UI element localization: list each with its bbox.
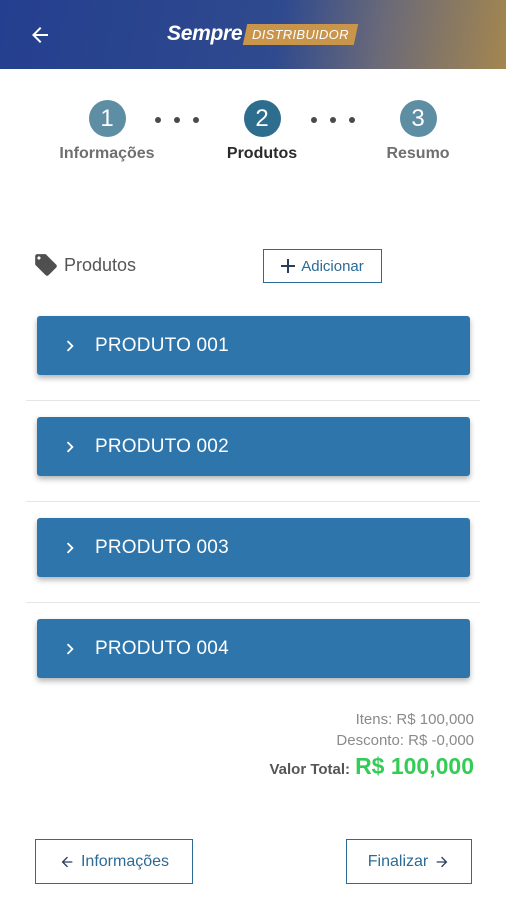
product-item[interactable]: PRODUTO 001 xyxy=(37,316,470,375)
discount-total: Desconto: R$ -0,000 xyxy=(336,732,474,749)
total-value: R$ 100,000 xyxy=(355,753,474,779)
items-total: Itens: R$ 100,000 xyxy=(355,711,474,728)
add-label: Adicionar xyxy=(301,257,364,275)
product-item[interactable]: PRODUTO 004 xyxy=(37,619,470,678)
product-label: PRODUTO 004 xyxy=(95,637,229,659)
product-item[interactable]: PRODUTO 002 xyxy=(37,417,470,476)
step-label: Produtos xyxy=(226,145,298,162)
previous-label: Informações xyxy=(80,852,170,870)
product-label: PRODUTO 001 xyxy=(95,334,229,356)
product-label: PRODUTO 002 xyxy=(95,435,229,457)
chevron-right-icon xyxy=(66,441,74,452)
plus-icon xyxy=(281,259,296,273)
step-number: 2 xyxy=(243,100,281,137)
order-totals: Itens: R$ 100,000 Desconto: R$ -0,000 Va… xyxy=(269,709,474,780)
add-product-button[interactable]: Adicionar xyxy=(263,249,382,283)
chevron-right-icon xyxy=(66,542,74,553)
divider xyxy=(26,602,480,603)
chevron-right-icon xyxy=(66,643,74,654)
step-resumo[interactable]: 3 Resumo xyxy=(348,100,488,163)
product-item[interactable]: PRODUTO 003 xyxy=(37,518,470,577)
brand-logo: Sempre DISTRIBUIDOR xyxy=(167,18,359,50)
step-label: Resumo xyxy=(386,145,450,162)
arrow-left-icon xyxy=(61,856,73,867)
arrow-right-icon xyxy=(436,856,448,867)
step-produtos[interactable]: 2 Produtos xyxy=(192,100,332,163)
step-label: Informações xyxy=(59,145,155,162)
brand-tag: DISTRIBUIDOR xyxy=(243,23,359,45)
divider xyxy=(26,400,480,401)
finish-label: Finalizar xyxy=(367,852,429,870)
product-label: PRODUTO 003 xyxy=(95,536,229,558)
step-number: 1 xyxy=(88,100,126,137)
app-header: Sempre DISTRIBUIDOR xyxy=(0,0,506,69)
progress-stepper: 1 Informações 2 Produtos 3 Resumo xyxy=(0,100,506,180)
tag-icon xyxy=(35,254,57,276)
grand-total: Valor Total: R$ 100,000 xyxy=(269,753,474,780)
arrow-left-icon xyxy=(32,27,48,43)
brand-name: Sempre xyxy=(167,22,243,45)
total-label: Valor Total: xyxy=(269,761,351,778)
back-button[interactable] xyxy=(22,18,58,52)
section-label: Produtos xyxy=(64,254,137,275)
previous-step-button[interactable]: Informações xyxy=(35,839,193,884)
step-informacoes[interactable]: 1 Informações xyxy=(37,100,177,163)
finish-button[interactable]: Finalizar xyxy=(346,839,472,884)
divider xyxy=(26,501,480,502)
chevron-right-icon xyxy=(66,340,74,351)
step-number: 3 xyxy=(399,100,437,137)
products-section-title: Produtos xyxy=(33,252,136,278)
